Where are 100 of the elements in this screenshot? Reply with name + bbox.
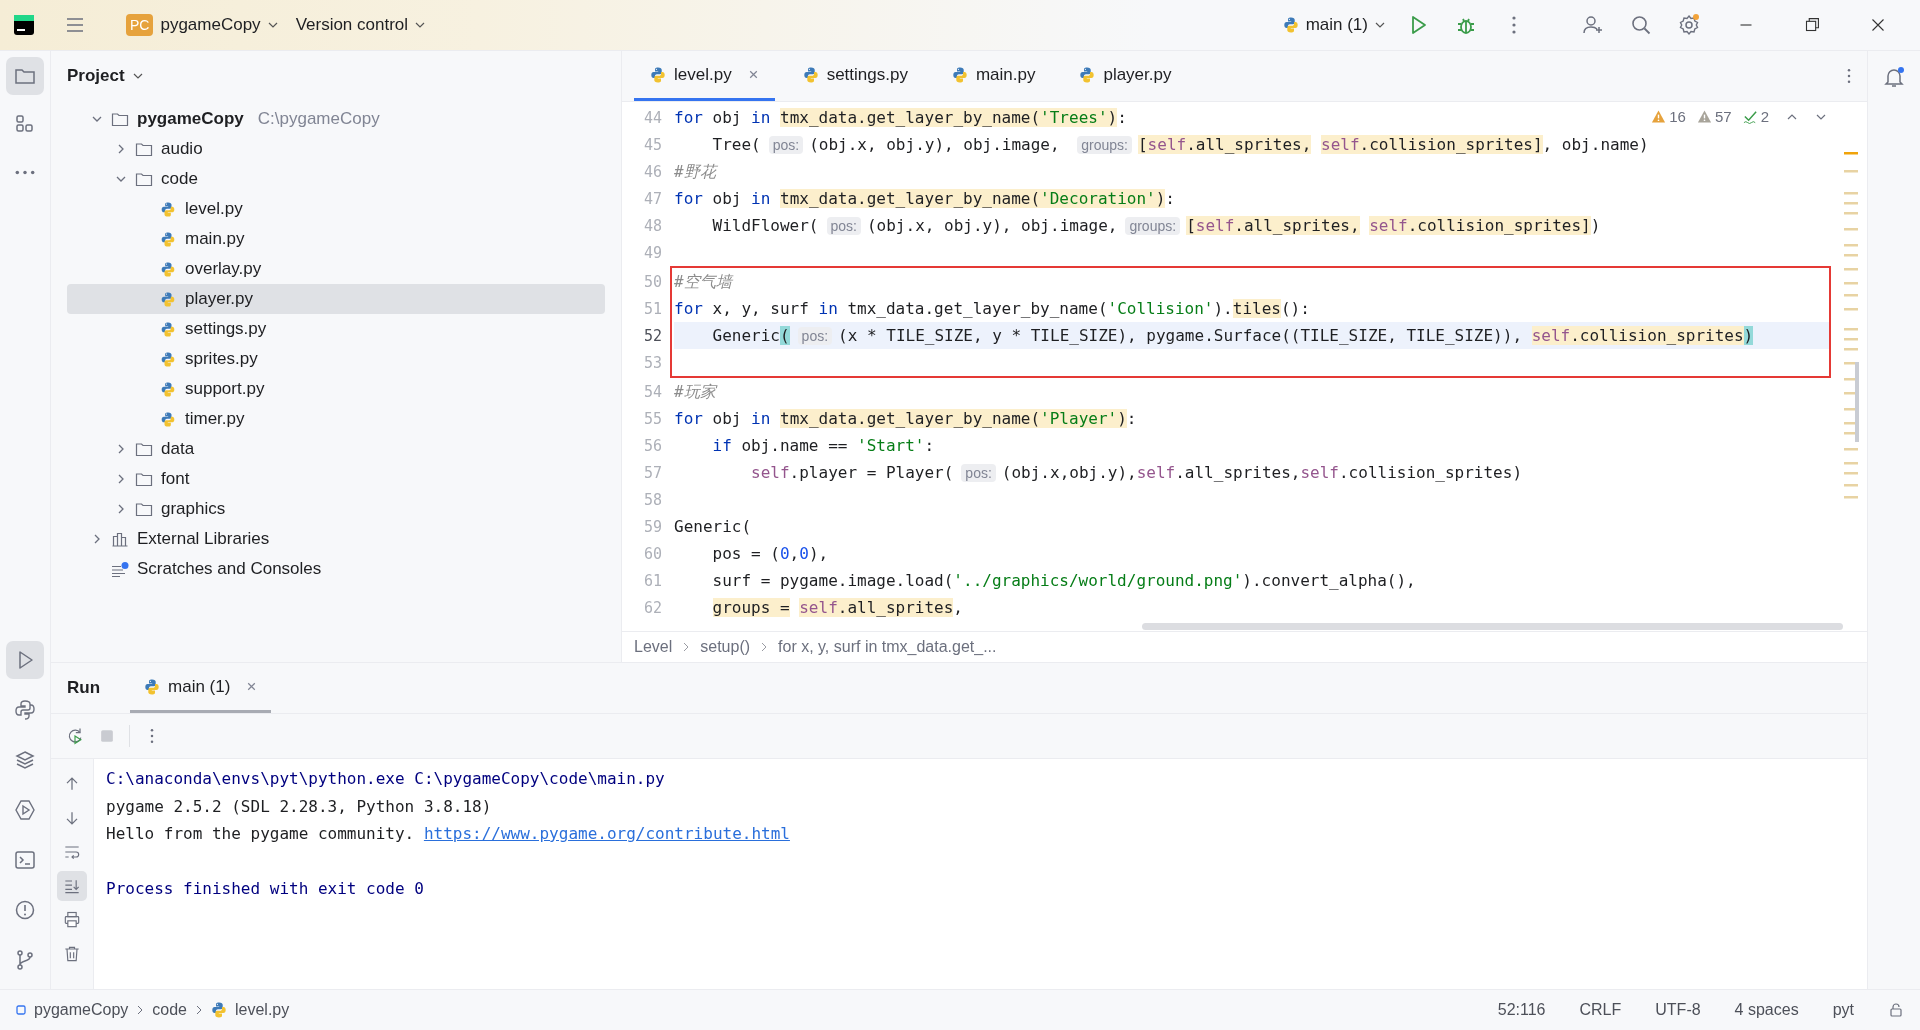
line-number: 54: [642, 382, 662, 401]
line-number: 57: [642, 463, 662, 482]
parameter-hint: pos:: [768, 136, 804, 154]
highlighted-code: .collision_sprites]: [1407, 216, 1591, 235]
line-number: 58: [642, 490, 662, 509]
status-item[interactable]: 4 spaces: [1734, 1001, 1799, 1019]
tree-item[interactable]: overlay.py: [67, 254, 605, 284]
tree-item[interactable]: sprites.py: [67, 344, 605, 374]
line-number: 56: [642, 436, 662, 455]
highlighted-self: self: [1147, 135, 1187, 154]
code-text: :: [924, 436, 935, 455]
tree-item[interactable]: font: [67, 464, 605, 494]
highlighted-string: 'Trees': [1040, 108, 1108, 127]
separator-icon: [136, 1005, 145, 1015]
code-text: ,: [789, 544, 800, 563]
tree-item[interactable]: pygameCopy C:\pygameCopy: [67, 104, 605, 134]
scrollbar[interactable]: [1142, 623, 1843, 630]
python-file-icon: [159, 320, 177, 338]
console-line: Process finished with exit code 0: [106, 878, 425, 900]
tree-item[interactable]: level.py: [67, 194, 605, 224]
app-logo-icon[interactable]: [14, 15, 34, 35]
keyword: for: [674, 189, 703, 208]
settings-icon[interactable]: [1677, 13, 1701, 37]
search-icon[interactable]: [1629, 13, 1653, 37]
status-item[interactable]: 52:116: [1497, 1001, 1546, 1019]
number-literal: 0: [799, 544, 809, 563]
services-icon: [13, 798, 37, 822]
editor-tab[interactable]: settings.py: [786, 51, 924, 101]
line-number: 45: [642, 135, 662, 154]
highlighted-code: [: [1137, 135, 1148, 154]
code-text: obj: [712, 108, 742, 127]
line-number: 46: [642, 162, 662, 181]
code-comment: #空气墙: [674, 272, 732, 291]
code-text: Tree(: [712, 135, 761, 154]
tree-item[interactable]: timer.py: [67, 404, 605, 434]
status-item[interactable]: UTF-8: [1655, 1001, 1701, 1019]
run-tab[interactable]: main (1): [130, 663, 272, 713]
status-path-item[interactable]: code: [152, 1001, 187, 1019]
status-path-item[interactable]: pygameCopy: [34, 1001, 129, 1019]
string-literal: 'Collision': [1107, 299, 1214, 318]
code-text: tmx_data.get_layer_by_name(: [847, 299, 1108, 318]
tool-window-button[interactable]: [6, 641, 44, 679]
version-control-menu[interactable]: Version control: [289, 11, 432, 39]
tree-item[interactable]: Scratches and Consoles: [67, 554, 605, 584]
module-icon: [16, 1005, 26, 1015]
code-text: (x * TILE_SIZE, y * TILE_SIZE), pygame.Surface((TILE_SIZE, TILE_SIZE)),: [838, 326, 1522, 345]
tree-item[interactable]: player.py: [67, 284, 605, 314]
self-keyword: self: [751, 463, 790, 482]
python-file-icon: [159, 380, 177, 398]
typo-count[interactable]: 2: [1760, 108, 1769, 125]
tree-item[interactable]: data: [67, 434, 605, 464]
editor-tab[interactable]: level.py: [634, 51, 775, 101]
breadcrumb[interactable]: Level: [634, 638, 673, 656]
tree-item[interactable]: audio: [67, 134, 605, 164]
keyword: for: [674, 409, 703, 428]
code-text: ): [1590, 216, 1601, 235]
separator-icon: [195, 1005, 203, 1015]
console-line: Hello from the pygame community. https://www.pygame.org/contribute.html: [106, 823, 791, 845]
printer-icon: [62, 910, 82, 930]
tree-item[interactable]: support.py: [67, 374, 605, 404]
tree-item[interactable]: main.py: [67, 224, 605, 254]
highlighted-code: .collision_sprites]: [1359, 135, 1543, 154]
console-link[interactable]: https://www.pygame.org/contribute.html: [423, 824, 790, 843]
status-path-item[interactable]: level.py: [235, 1001, 290, 1019]
weak-warning-count[interactable]: 57: [1714, 108, 1732, 125]
lock-icon[interactable]: [1888, 1002, 1904, 1018]
project-switcher[interactable]: PC pygameCopy: [120, 10, 284, 40]
status-item[interactable]: CRLF: [1579, 1001, 1622, 1019]
notifications-bell-icon[interactable]: [1882, 65, 1906, 89]
line-number: 48: [642, 216, 662, 235]
code-text: :: [1117, 108, 1127, 127]
tool-window-button[interactable]: [6, 57, 44, 95]
tree-item[interactable]: code: [67, 164, 605, 194]
status-item[interactable]: pyt: [1832, 1001, 1854, 1019]
keyword: in: [751, 108, 771, 127]
typo-check-icon: [1742, 109, 1758, 124]
tree-item[interactable]: graphics: [67, 494, 605, 524]
python-file-icon: [159, 410, 177, 428]
line-number: 62: [642, 598, 662, 617]
editor-tab[interactable]: main.py: [935, 51, 1052, 101]
tree-item[interactable]: settings.py: [67, 314, 605, 344]
breadcrumb[interactable]: setup(): [700, 638, 751, 656]
panel-title[interactable]: Project: [67, 66, 125, 86]
code-comment: #玩家: [674, 382, 716, 401]
python-file-icon: [159, 290, 177, 308]
highlighted-code: [: [1186, 216, 1196, 235]
warning-count[interactable]: 16: [1669, 108, 1686, 125]
editor-tab[interactable]: player.py: [1063, 51, 1188, 101]
code-text: Generic: [712, 326, 780, 345]
caret-icon: [415, 22, 426, 28]
code-text: WildFlower(: [712, 216, 819, 235]
run-configuration[interactable]: main (1): [1276, 11, 1391, 39]
python-file-icon: [211, 1001, 227, 1019]
highlighted-code: tmx_data.get_layer_by_name(: [780, 409, 1041, 428]
tree-item[interactable]: External Libraries: [67, 524, 605, 554]
console-tool-button[interactable]: [57, 871, 87, 901]
breadcrumb[interactable]: for x, y, surf in tmx_data.get_...: [778, 638, 997, 656]
caret-icon[interactable]: [132, 73, 143, 79]
layers-icon: [13, 748, 37, 772]
number-literal: 0: [779, 544, 790, 563]
